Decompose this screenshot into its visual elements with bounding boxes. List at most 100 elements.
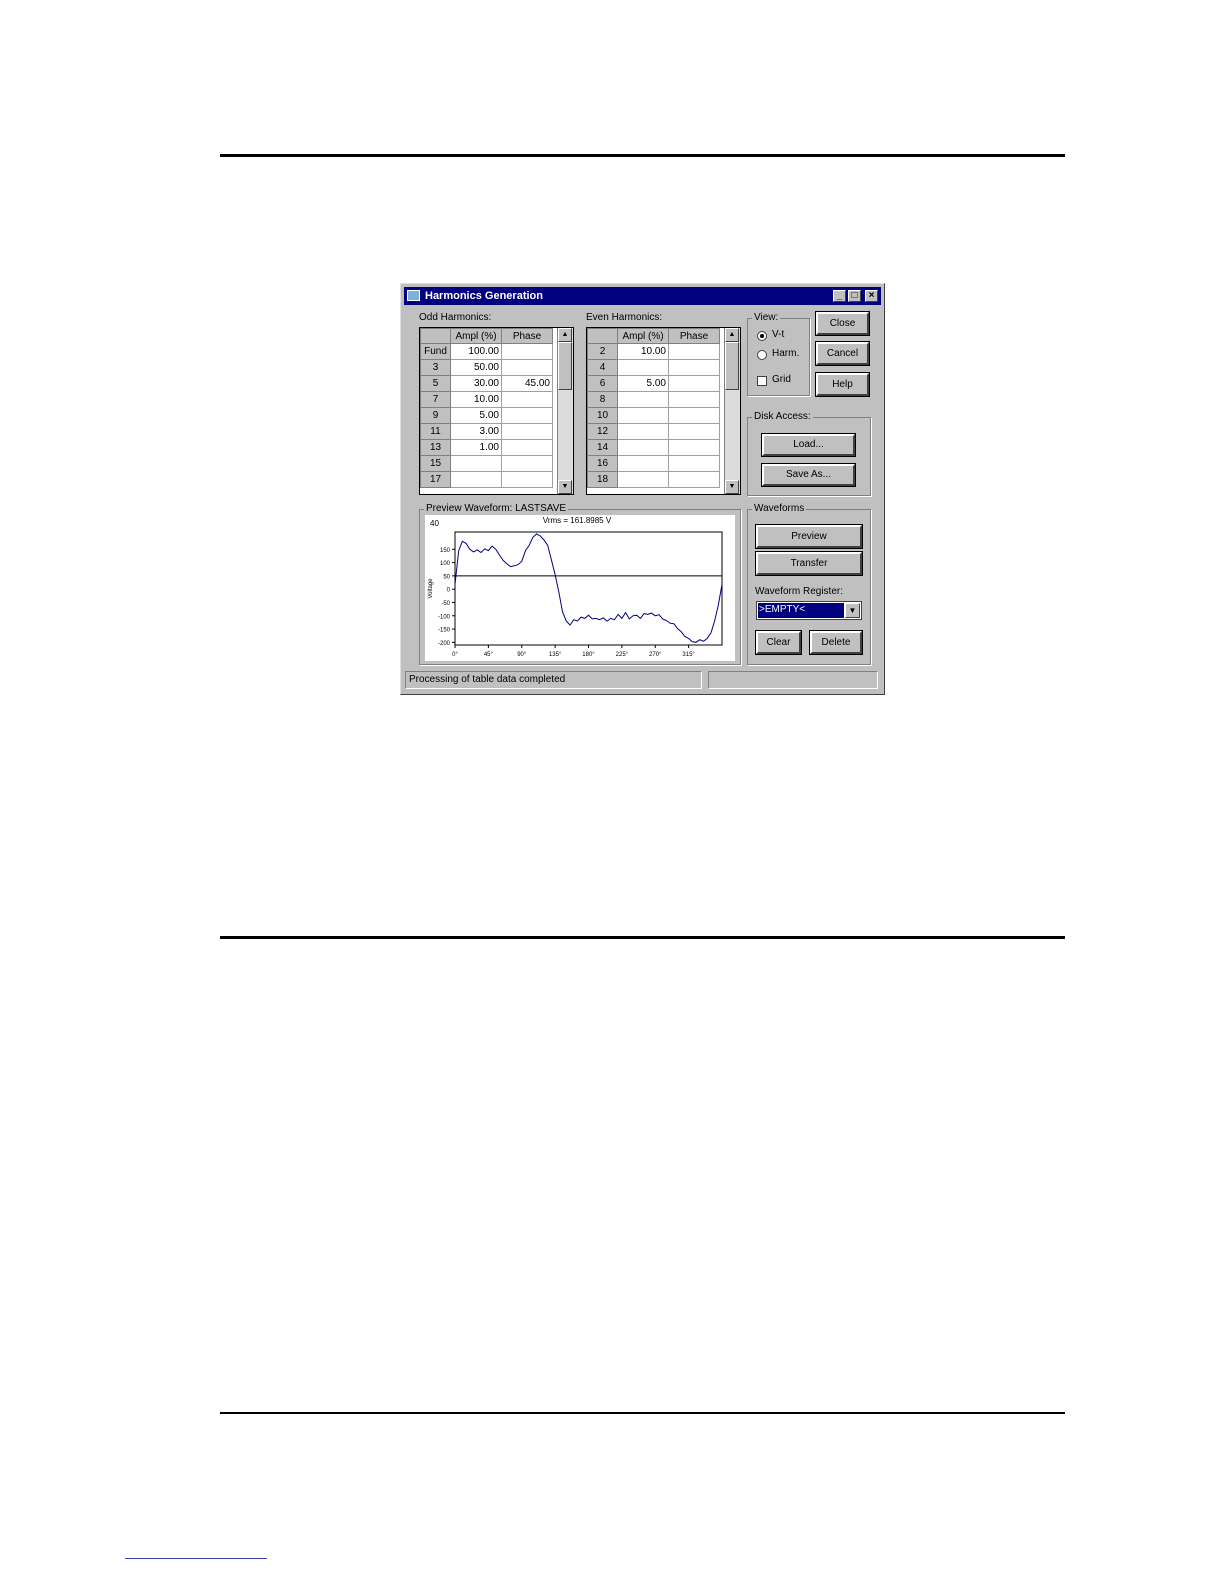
odd-ampl-cell[interactable]: 10.00 bbox=[450, 391, 502, 408]
load-button[interactable]: Load... bbox=[761, 433, 856, 457]
view-group-label: View: bbox=[752, 312, 781, 323]
waveform-chart: 40 Vrms = 161.8985 V 150 100 50 0 -50 -100 -15… bbox=[425, 515, 735, 661]
odd-phase-cell[interactable] bbox=[501, 471, 553, 488]
disk-access-group: Disk Access: Load... Save As... bbox=[747, 411, 871, 496]
even-ampl-cell[interactable] bbox=[617, 423, 669, 440]
even-harmonics-table: Ampl (%) Phase 2 10.00 4 6 5.00 8 10 12 14 16 18 bbox=[587, 328, 720, 488]
delete-button[interactable]: Delete bbox=[809, 630, 863, 655]
even-row: 4 bbox=[587, 359, 720, 376]
bottom-rule bbox=[220, 1412, 1065, 1414]
odd-ampl-cell[interactable]: 3.00 bbox=[450, 423, 502, 440]
footer-link-underline bbox=[125, 1558, 267, 1559]
even-ampl-cell[interactable] bbox=[617, 407, 669, 424]
odd-header-corner bbox=[420, 328, 451, 344]
even-scrollbar[interactable]: ▲ ▼ bbox=[724, 328, 740, 494]
even-header-row: Ampl (%) Phase bbox=[587, 328, 720, 344]
odd-phase-cell[interactable] bbox=[501, 407, 553, 424]
odd-ampl-cell[interactable]: 30.00 bbox=[450, 375, 502, 392]
close-button[interactable]: Close bbox=[815, 311, 870, 336]
odd-harmonic-number: 11 bbox=[420, 423, 451, 440]
even-phase-cell[interactable] bbox=[668, 391, 720, 408]
chevron-down-icon[interactable]: ▼ bbox=[845, 603, 860, 618]
help-button[interactable]: Help bbox=[815, 372, 870, 397]
minimize-button[interactable]: _ bbox=[833, 290, 846, 302]
waveforms-group: Waveforms Preview Transfer Waveform Regi… bbox=[747, 503, 871, 665]
title-bar[interactable]: Harmonics Generation _ □ × bbox=[404, 287, 881, 305]
even-ampl-cell[interactable] bbox=[617, 359, 669, 376]
x-tick-label: 270° bbox=[649, 652, 662, 658]
preview-button[interactable]: Preview bbox=[755, 524, 863, 549]
even-phase-cell[interactable] bbox=[668, 455, 720, 472]
even-row: 14 bbox=[587, 439, 720, 456]
odd-harmonic-number: 7 bbox=[420, 391, 451, 408]
odd-harmonics-grid[interactable]: Ampl (%) Phase Fund 100.00 3 50.00 5 30.00 45.… bbox=[419, 327, 574, 495]
status-bar-secondary bbox=[708, 671, 878, 689]
odd-phase-cell[interactable] bbox=[501, 439, 553, 456]
save-as-button[interactable]: Save As... bbox=[761, 463, 856, 487]
y-tick-label: 100 bbox=[440, 561, 451, 567]
even-ampl-cell[interactable] bbox=[617, 391, 669, 408]
odd-row: 11 3.00 bbox=[420, 423, 553, 440]
odd-phase-cell[interactable] bbox=[501, 423, 553, 440]
close-window-button[interactable]: × bbox=[865, 290, 878, 302]
even-phase-cell[interactable] bbox=[668, 471, 720, 488]
grid-checkbox[interactable] bbox=[757, 376, 767, 386]
view-group: View: V-t Harm. Grid bbox=[747, 312, 810, 396]
odd-ampl-cell[interactable]: 5.00 bbox=[450, 407, 502, 424]
waveform-register-select[interactable]: >EMPTY< ▼ bbox=[756, 601, 862, 620]
even-phase-cell[interactable] bbox=[668, 407, 720, 424]
odd-ampl-cell[interactable]: 100.00 bbox=[450, 343, 502, 360]
odd-ampl-cell[interactable] bbox=[450, 471, 502, 488]
even-phase-cell[interactable] bbox=[668, 375, 720, 392]
even-header-phase: Phase bbox=[668, 328, 720, 344]
preview-waveform-label: Preview Waveform: LASTSAVE bbox=[424, 503, 569, 514]
even-ampl-cell[interactable] bbox=[617, 439, 669, 456]
odd-row: 7 10.00 bbox=[420, 391, 553, 408]
odd-harmonic-number: 3 bbox=[420, 359, 451, 376]
odd-phase-cell[interactable] bbox=[501, 359, 553, 376]
odd-ampl-cell[interactable] bbox=[450, 455, 502, 472]
even-ampl-cell[interactable]: 5.00 bbox=[617, 375, 669, 392]
maximize-button[interactable]: □ bbox=[848, 290, 861, 302]
harm-radio[interactable] bbox=[757, 350, 767, 360]
chart-rms-text: Vrms = 161.8985 V bbox=[543, 516, 612, 525]
transfer-button[interactable]: Transfer bbox=[755, 551, 863, 576]
even-scroll-thumb[interactable] bbox=[725, 342, 739, 390]
odd-row: 15 bbox=[420, 455, 553, 472]
even-harmonic-number: 4 bbox=[587, 359, 618, 376]
even-phase-cell[interactable] bbox=[668, 439, 720, 456]
even-scroll-up-icon[interactable]: ▲ bbox=[725, 328, 739, 342]
vt-radio[interactable] bbox=[757, 331, 767, 341]
even-scroll-down-icon[interactable]: ▼ bbox=[725, 480, 739, 494]
even-row: 6 5.00 bbox=[587, 375, 720, 392]
middle-rule bbox=[220, 936, 1065, 939]
clear-button[interactable]: Clear bbox=[755, 630, 802, 655]
y-tick-label: 150 bbox=[440, 548, 451, 554]
even-row: 8 bbox=[587, 391, 720, 408]
odd-scroll-up-icon[interactable]: ▲ bbox=[558, 328, 572, 342]
even-phase-cell[interactable] bbox=[668, 423, 720, 440]
even-row: 12 bbox=[587, 423, 720, 440]
odd-row: 9 5.00 bbox=[420, 407, 553, 424]
even-phase-cell[interactable] bbox=[668, 359, 720, 376]
odd-scroll-thumb[interactable] bbox=[558, 342, 572, 390]
odd-scrollbar[interactable]: ▲ ▼ bbox=[557, 328, 573, 494]
odd-scroll-down-icon[interactable]: ▼ bbox=[558, 480, 572, 494]
y-tick-label: -50 bbox=[441, 601, 450, 607]
odd-header-phase: Phase bbox=[501, 328, 553, 344]
odd-row: 17 bbox=[420, 471, 553, 488]
odd-phase-cell[interactable]: 45.00 bbox=[501, 375, 553, 392]
odd-ampl-cell[interactable]: 1.00 bbox=[450, 439, 502, 456]
odd-ampl-cell[interactable]: 50.00 bbox=[450, 359, 502, 376]
odd-harmonic-number: 17 bbox=[420, 471, 451, 488]
even-ampl-cell[interactable] bbox=[617, 471, 669, 488]
even-phase-cell[interactable] bbox=[668, 343, 720, 360]
odd-phase-cell[interactable] bbox=[501, 391, 553, 408]
even-harmonics-grid[interactable]: Ampl (%) Phase 2 10.00 4 6 5.00 8 10 12 14 16 18 ▲… bbox=[586, 327, 741, 495]
even-ampl-cell[interactable]: 10.00 bbox=[617, 343, 669, 360]
cancel-button[interactable]: Cancel bbox=[815, 341, 870, 366]
odd-phase-cell[interactable] bbox=[501, 343, 553, 360]
even-ampl-cell[interactable] bbox=[617, 455, 669, 472]
waveform-series-line bbox=[454, 533, 723, 643]
odd-phase-cell[interactable] bbox=[501, 455, 553, 472]
